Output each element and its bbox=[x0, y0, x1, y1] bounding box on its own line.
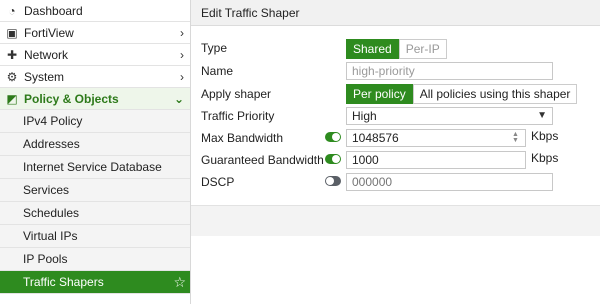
guaranteed-bandwidth-input[interactable]: 1000 bbox=[346, 151, 526, 169]
chevron-right-icon: › bbox=[180, 26, 184, 40]
main-panel: Edit Traffic Shaper Type Shared Per-IP N… bbox=[191, 0, 600, 304]
sidebar-item-fortiview[interactable]: ▣ FortiView › bbox=[0, 22, 190, 44]
type-label: Type bbox=[201, 41, 228, 55]
sidebar-subitem-addresses[interactable]: Addresses bbox=[0, 133, 190, 156]
sidebar-subitem-schedules[interactable]: Schedules bbox=[0, 202, 190, 225]
sidebar-subitem-label: IPv4 Policy bbox=[23, 114, 83, 128]
sidebar-subitem-label: Virtual IPs bbox=[23, 229, 78, 243]
sidebar-subitem-label: Traffic Shapers bbox=[23, 275, 104, 289]
sidebar-subitem-label: Services bbox=[23, 183, 70, 197]
chevron-right-icon: › bbox=[180, 70, 184, 84]
sidebar-subitem-internet-service-database[interactable]: Internet Service Database bbox=[0, 156, 190, 179]
sidebar-item-policy-objects[interactable]: ◩ Policy & Objects ⌄ bbox=[0, 88, 190, 110]
sidebar-item-system[interactable]: ⚙ System › bbox=[0, 66, 190, 88]
sidebar-item-dashboard[interactable]: ◔ Dashboard bbox=[0, 0, 190, 22]
type-option-shared[interactable]: Shared bbox=[346, 39, 399, 59]
max-bandwidth-input[interactable]: 1048576 bbox=[346, 129, 526, 147]
traffic-priority-select[interactable]: High ▼ bbox=[346, 107, 553, 125]
page-title: Edit Traffic Shaper bbox=[191, 0, 600, 26]
sidebar-item-label: System bbox=[24, 70, 65, 84]
policy-icon: ◩ bbox=[6, 92, 18, 106]
chevron-down-icon: ▼ bbox=[537, 110, 547, 121]
dscp-input[interactable] bbox=[346, 173, 553, 191]
guaranteed-bandwidth-toggle[interactable] bbox=[325, 154, 341, 164]
dashboard-icon: ◔ bbox=[8, 4, 16, 18]
sidebar-item-label: Policy & Objects bbox=[24, 92, 119, 106]
apply-shaper-option-all-policies[interactable]: All policies using this shaper bbox=[412, 84, 578, 104]
sidebar-subitem-ip-pools[interactable]: IP Pools bbox=[0, 248, 190, 271]
star-icon[interactable]: ☆ bbox=[173, 271, 186, 294]
apply-shaper-option-per-policy[interactable]: Per policy bbox=[346, 84, 413, 104]
sidebar-subitem-label: Internet Service Database bbox=[23, 160, 162, 174]
name-input[interactable]: high-priority bbox=[346, 62, 553, 80]
fortiview-icon: ▣ bbox=[6, 26, 18, 40]
max-bandwidth-unit: Kbps bbox=[531, 129, 559, 143]
sidebar-item-label: Dashboard bbox=[24, 4, 83, 18]
traffic-priority-value: High bbox=[352, 109, 377, 123]
apply-shaper-selector: Per policy All policies using this shape… bbox=[346, 84, 578, 104]
traffic-priority-label: Traffic Priority bbox=[201, 109, 275, 123]
sidebar-subitem-services[interactable]: Services bbox=[0, 179, 190, 202]
sidebar-subitem-virtual-ips[interactable]: Virtual IPs bbox=[0, 225, 190, 248]
sidebar-subitem-ipv4-policy[interactable]: IPv4 Policy bbox=[0, 110, 190, 133]
sidebar-item-network[interactable]: ✚ Network › bbox=[0, 44, 190, 66]
sidebar-subitem-traffic-shapers[interactable]: Traffic Shapers ☆ bbox=[0, 271, 190, 294]
dscp-toggle[interactable] bbox=[325, 176, 341, 186]
apply-shaper-label: Apply shaper bbox=[201, 87, 272, 101]
chevron-right-icon: › bbox=[180, 48, 184, 62]
name-label: Name bbox=[201, 64, 234, 78]
system-icon: ⚙ bbox=[6, 70, 18, 84]
max-bandwidth-label: Max Bandwidth bbox=[201, 131, 284, 145]
chevron-down-icon: ⌄ bbox=[173, 92, 184, 106]
sidebar-item-label: Network bbox=[24, 48, 69, 62]
sidebar: ◔ Dashboard ▣ FortiView › ✚ Network › ⚙ … bbox=[0, 0, 191, 304]
dscp-label: DSCP bbox=[201, 175, 235, 189]
spinner-icon[interactable]: ▲ ▼ bbox=[512, 131, 519, 144]
guaranteed-bandwidth-unit: Kbps bbox=[531, 151, 559, 165]
sidebar-item-label: FortiView bbox=[24, 26, 74, 40]
form-footer bbox=[191, 205, 600, 236]
type-option-per-ip[interactable]: Per-IP bbox=[398, 39, 447, 59]
network-icon: ✚ bbox=[6, 48, 18, 62]
sidebar-subitem-label: Addresses bbox=[23, 137, 80, 151]
max-bandwidth-toggle[interactable] bbox=[325, 132, 341, 142]
sidebar-subitem-label: IP Pools bbox=[23, 252, 68, 266]
guaranteed-bandwidth-label: Guaranteed Bandwidth bbox=[201, 153, 324, 167]
sidebar-subitem-label: Schedules bbox=[23, 206, 80, 220]
type-selector: Shared Per-IP bbox=[346, 39, 447, 59]
